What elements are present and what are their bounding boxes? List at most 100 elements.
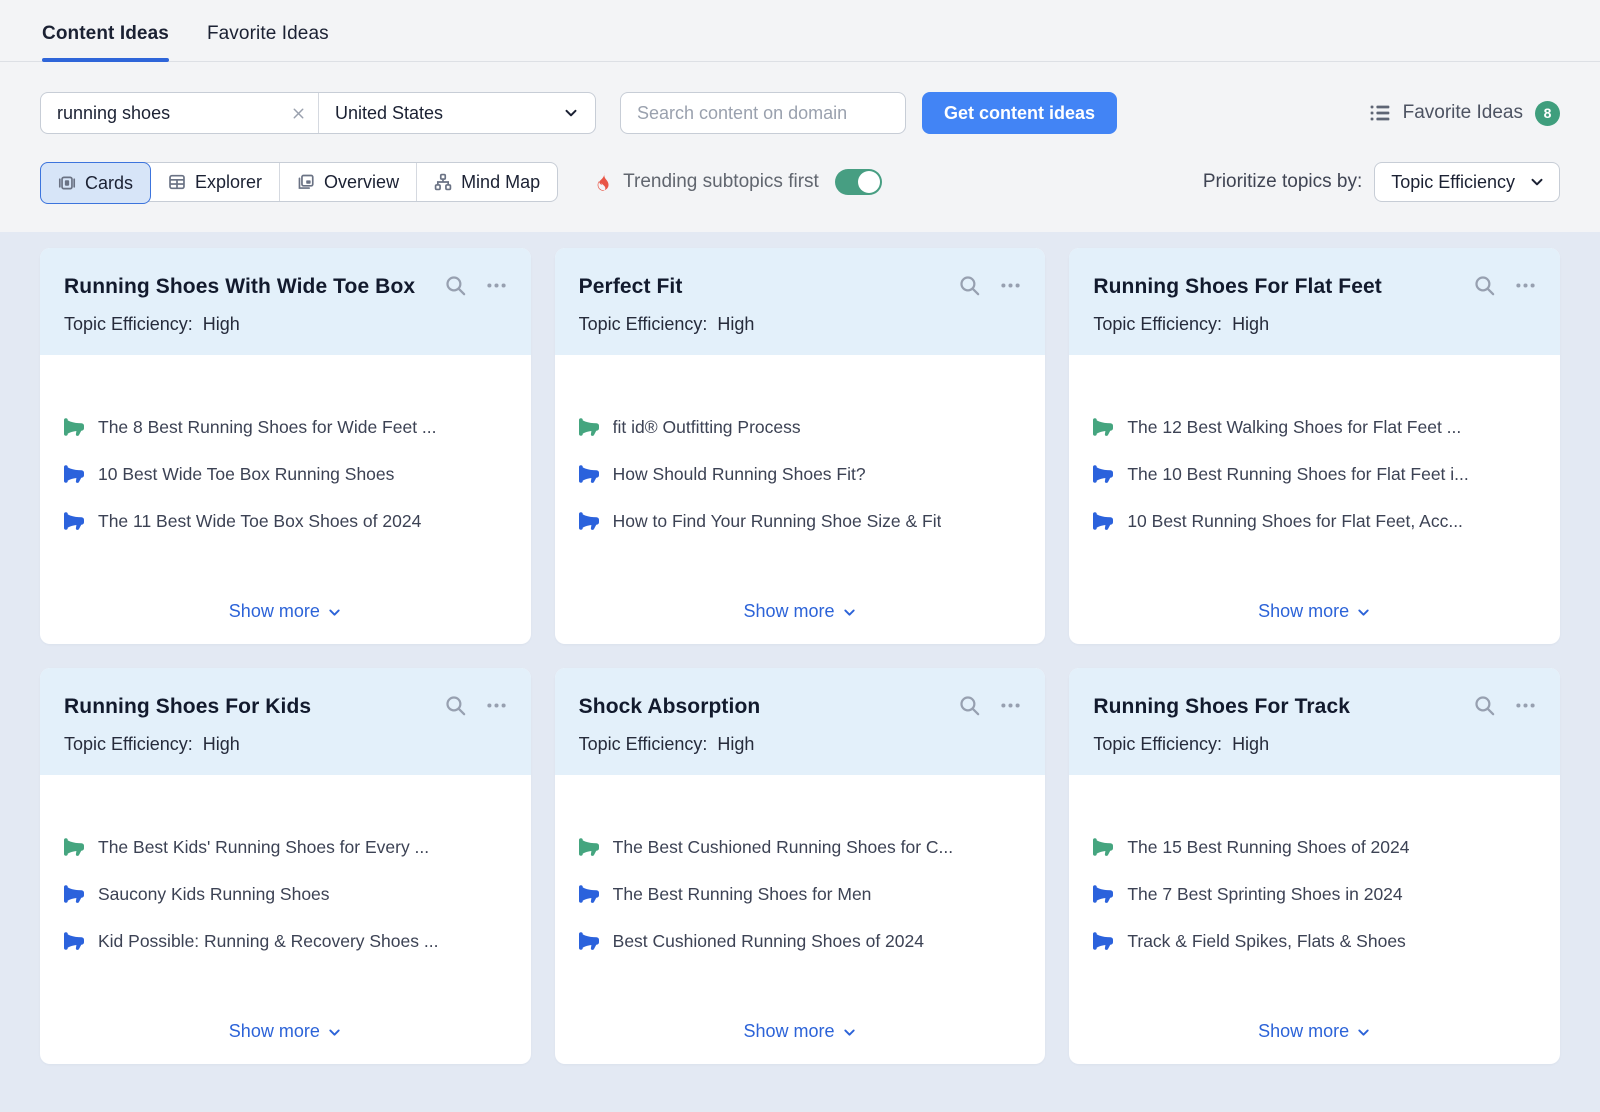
topic-card: Running Shoes For Kids Topic Efficiency:… <box>40 668 531 1064</box>
trending-toggle[interactable] <box>835 169 882 195</box>
headline-item[interactable]: The Best Running Shoes for Men <box>579 884 1022 905</box>
list-icon <box>1369 102 1391 124</box>
more-menu-icon[interactable] <box>1000 275 1021 296</box>
favorite-ideas-label: Favorite Ideas <box>1403 102 1523 124</box>
headline-item[interactable]: How Should Running Shoes Fit? <box>579 464 1022 485</box>
headline-item[interactable]: The 11 Best Wide Toe Box Shoes of 2024 <box>64 511 507 532</box>
more-menu-icon[interactable] <box>1000 695 1021 716</box>
search-topic-icon[interactable] <box>959 695 980 716</box>
country-select[interactable]: United States <box>319 93 595 133</box>
tabs-row: Content Ideas Favorite Ideas <box>0 0 1600 62</box>
more-menu-icon[interactable] <box>1515 275 1536 296</box>
chevron-down-icon <box>1356 605 1371 620</box>
show-more-button[interactable]: Show more <box>739 1013 860 1050</box>
card-title: Running Shoes For Kids <box>64 692 445 722</box>
card-title: Running Shoes For Flat Feet <box>1093 272 1474 302</box>
tab-favorite-ideas[interactable]: Favorite Ideas <box>207 23 329 61</box>
headline-text: Best Cushioned Running Shoes of 2024 <box>613 931 924 952</box>
chevron-down-icon <box>1529 174 1545 190</box>
show-more-button[interactable]: Show more <box>225 1013 346 1050</box>
headline-item[interactable]: The 15 Best Running Shoes of 2024 <box>1093 837 1536 858</box>
headline-item[interactable]: Kid Possible: Running & Recovery Shoes .… <box>64 931 507 952</box>
headline-item[interactable]: The 8 Best Running Shoes for Wide Feet .… <box>64 417 507 438</box>
megaphone-icon <box>579 884 599 904</box>
view-overview-label: Overview <box>324 172 399 193</box>
domain-search-input[interactable] <box>620 92 906 134</box>
headline-item[interactable]: The Best Cushioned Running Shoes for C..… <box>579 837 1022 858</box>
headline-item[interactable]: The 10 Best Running Shoes for Flat Feet … <box>1093 464 1536 485</box>
megaphone-icon <box>1093 464 1113 484</box>
get-content-ideas-button[interactable]: Get content ideas <box>922 92 1117 134</box>
headline-item[interactable]: Best Cushioned Running Shoes of 2024 <box>579 931 1022 952</box>
view-overview-button[interactable]: Overview <box>280 163 417 201</box>
headline-text: How Should Running Shoes Fit? <box>613 464 866 485</box>
search-row: United States Get content ideas Favorite… <box>0 92 1600 134</box>
view-cards-button[interactable]: Cards <box>40 162 151 204</box>
megaphone-icon <box>64 931 84 951</box>
prioritize-control: Prioritize topics by: Topic Efficiency <box>1203 162 1560 202</box>
clear-keyword-icon[interactable] <box>291 106 306 121</box>
card-header: Running Shoes For Flat Feet Topic Effici… <box>1069 248 1560 355</box>
card-header: Running Shoes With Wide Toe Box Topic Ef… <box>40 248 531 355</box>
headline-item[interactable]: How to Find Your Running Shoe Size & Fit <box>579 511 1022 532</box>
show-more-button[interactable]: Show more <box>225 593 346 630</box>
card-body: fit id® Outfitting Process How Should Ru… <box>555 355 1046 644</box>
card-header: Perfect Fit Topic Efficiency: High <box>555 248 1046 355</box>
keyword-country-group: United States <box>40 92 596 134</box>
show-more-button[interactable]: Show more <box>1254 1013 1375 1050</box>
show-more-button[interactable]: Show more <box>1254 593 1375 630</box>
search-topic-icon[interactable] <box>959 275 980 296</box>
chevron-down-icon <box>327 605 342 620</box>
card-body: The Best Cushioned Running Shoes for C..… <box>555 775 1046 1064</box>
view-explorer-button[interactable]: Explorer <box>151 163 280 201</box>
efficiency-value: High <box>203 314 240 335</box>
megaphone-icon <box>579 417 599 437</box>
prioritize-select[interactable]: Topic Efficiency <box>1374 162 1560 202</box>
headline-text: The 15 Best Running Shoes of 2024 <box>1127 837 1409 858</box>
headline-text: 10 Best Running Shoes for Flat Feet, Acc… <box>1127 511 1463 532</box>
megaphone-icon <box>64 884 84 904</box>
headline-text: Saucony Kids Running Shoes <box>98 884 330 905</box>
headline-item[interactable]: Track & Field Spikes, Flats & Shoes <box>1093 931 1536 952</box>
more-menu-icon[interactable] <box>486 275 507 296</box>
cards-icon <box>58 174 76 192</box>
headline-item[interactable]: The Best Kids' Running Shoes for Every .… <box>64 837 507 858</box>
efficiency-label: Topic Efficiency: <box>579 734 708 755</box>
headline-text: How to Find Your Running Shoe Size & Fit <box>613 511 942 532</box>
cards-grid: Running Shoes With Wide Toe Box Topic Ef… <box>40 248 1560 1064</box>
show-more-label: Show more <box>1258 1021 1349 1042</box>
tab-content-ideas[interactable]: Content Ideas <box>42 23 169 61</box>
chevron-down-icon <box>563 105 579 121</box>
search-topic-icon[interactable] <box>1474 695 1495 716</box>
search-topic-icon[interactable] <box>445 695 466 716</box>
efficiency-label: Topic Efficiency: <box>1093 314 1222 335</box>
megaphone-icon <box>579 511 599 531</box>
table-icon <box>168 173 186 191</box>
view-mindmap-button[interactable]: Mind Map <box>417 163 557 201</box>
megaphone-icon <box>64 837 84 857</box>
headline-item[interactable]: 10 Best Running Shoes for Flat Feet, Acc… <box>1093 511 1536 532</box>
topic-card: Shock Absorption Topic Efficiency: High … <box>555 668 1046 1064</box>
favorite-ideas-button[interactable]: Favorite Ideas 8 <box>1369 101 1560 126</box>
efficiency-label: Topic Efficiency: <box>1093 734 1222 755</box>
efficiency-value: High <box>717 314 754 335</box>
search-topic-icon[interactable] <box>1474 275 1495 296</box>
show-more-button[interactable]: Show more <box>739 593 860 630</box>
headline-item[interactable]: 10 Best Wide Toe Box Running Shoes <box>64 464 507 485</box>
search-topic-icon[interactable] <box>445 275 466 296</box>
headline-text: Track & Field Spikes, Flats & Shoes <box>1127 931 1405 952</box>
headline-text: 10 Best Wide Toe Box Running Shoes <box>98 464 394 485</box>
megaphone-icon <box>64 464 84 484</box>
headline-item[interactable]: fit id® Outfitting Process <box>579 417 1022 438</box>
trending-subtopics-label: Trending subtopics first <box>623 171 819 193</box>
headline-item[interactable]: The 12 Best Walking Shoes for Flat Feet … <box>1093 417 1536 438</box>
chevron-down-icon <box>1356 1025 1371 1040</box>
headline-item[interactable]: Saucony Kids Running Shoes <box>64 884 507 905</box>
efficiency-label: Topic Efficiency: <box>579 314 708 335</box>
headline-item[interactable]: The 7 Best Sprinting Shoes in 2024 <box>1093 884 1536 905</box>
more-menu-icon[interactable] <box>1515 695 1536 716</box>
megaphone-icon <box>1093 511 1113 531</box>
more-menu-icon[interactable] <box>486 695 507 716</box>
topic-card: Running Shoes For Flat Feet Topic Effici… <box>1069 248 1560 644</box>
keyword-input[interactable] <box>57 103 291 124</box>
